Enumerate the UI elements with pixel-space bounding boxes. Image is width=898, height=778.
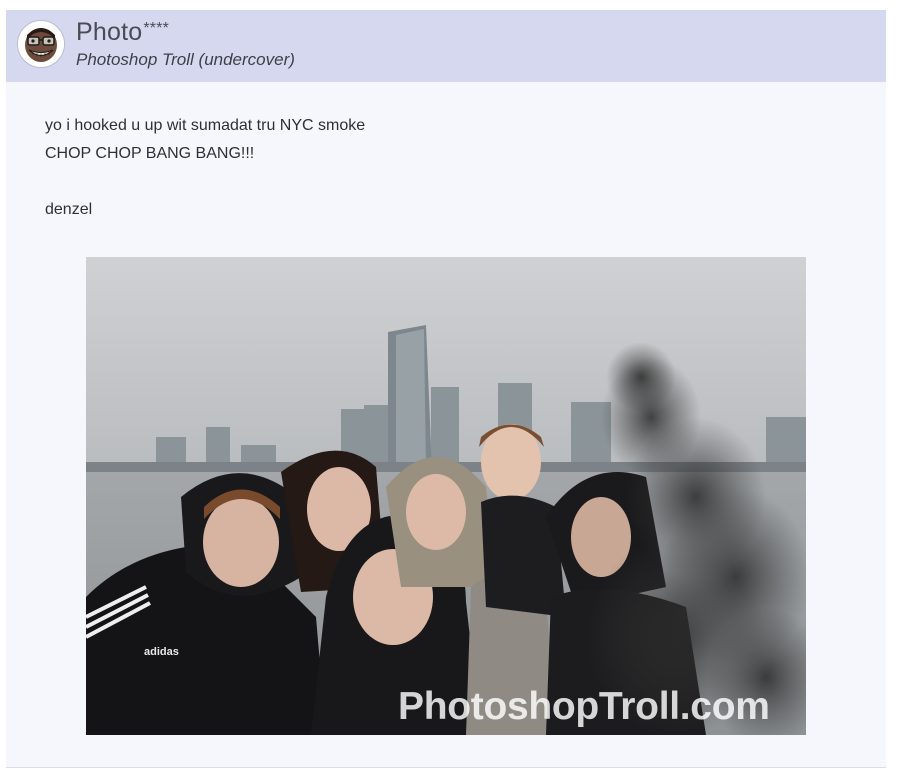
jacket-brand-text: adidas — [144, 646, 179, 658]
sender-name-text: Photo — [76, 18, 143, 46]
message-line: CHOP CHOP BANG BANG!!! — [45, 145, 255, 162]
sender-name[interactable]: Photo**** — [76, 18, 169, 47]
message-line — [45, 168, 365, 196]
sender-masked-text: **** — [143, 20, 170, 37]
message-body: yo i hooked u up wit sumadat tru NYC smo… — [45, 112, 365, 224]
troll-face-icon — [18, 21, 64, 67]
attached-photo[interactable]: adidas PhotoshopTroll.com — [86, 257, 806, 735]
message-card: Photo**** Photoshop Troll (undercover) y… — [6, 10, 886, 768]
photo-illustration: adidas — [86, 257, 806, 735]
sender-avatar[interactable] — [17, 20, 65, 68]
message-header: Photo**** Photoshop Troll (undercover) — [6, 10, 886, 82]
sender-subtitle: Photoshop Troll (undercover) — [76, 50, 295, 69]
message-line: denzel — [45, 201, 93, 218]
watermark-text: PhotoshopTroll.com — [398, 685, 770, 728]
message-line: yo i hooked u up wit sumadat tru NYC smo… — [45, 117, 366, 134]
